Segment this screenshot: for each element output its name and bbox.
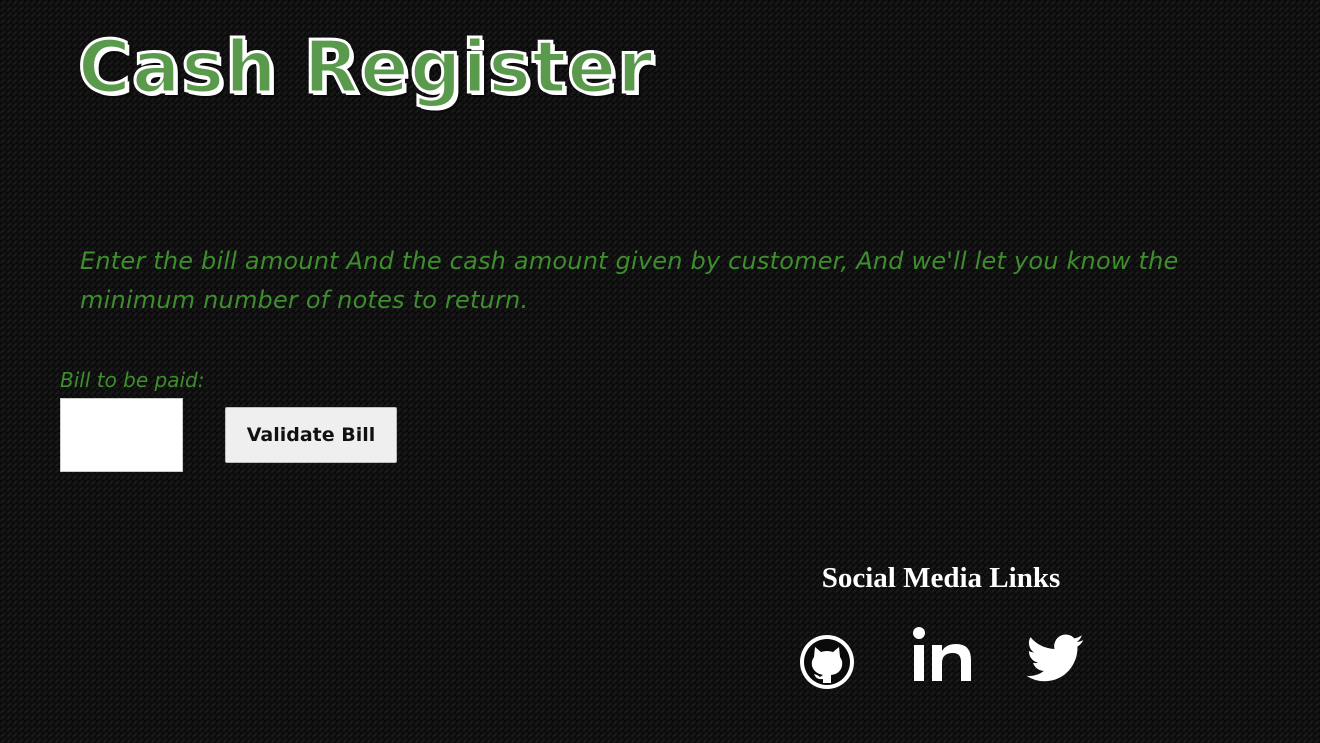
twitter-icon — [1026, 634, 1084, 682]
twitter-link[interactable] — [1024, 625, 1086, 691]
intro-text: Enter the bill amount And the cash amoun… — [80, 247, 1179, 314]
social-media-heading: Social Media Links — [821, 562, 1061, 594]
linkedin-icon — [913, 627, 971, 681]
github-link[interactable] — [797, 625, 857, 691]
bill-amount-label: Bill to be paid: — [60, 368, 205, 392]
bill-amount-input[interactable] — [60, 398, 183, 472]
page-title: Cash Register — [77, 25, 655, 109]
github-icon — [800, 635, 854, 689]
linkedin-link[interactable] — [912, 625, 974, 685]
validate-bill-button[interactable]: Validate Bill — [225, 407, 397, 463]
